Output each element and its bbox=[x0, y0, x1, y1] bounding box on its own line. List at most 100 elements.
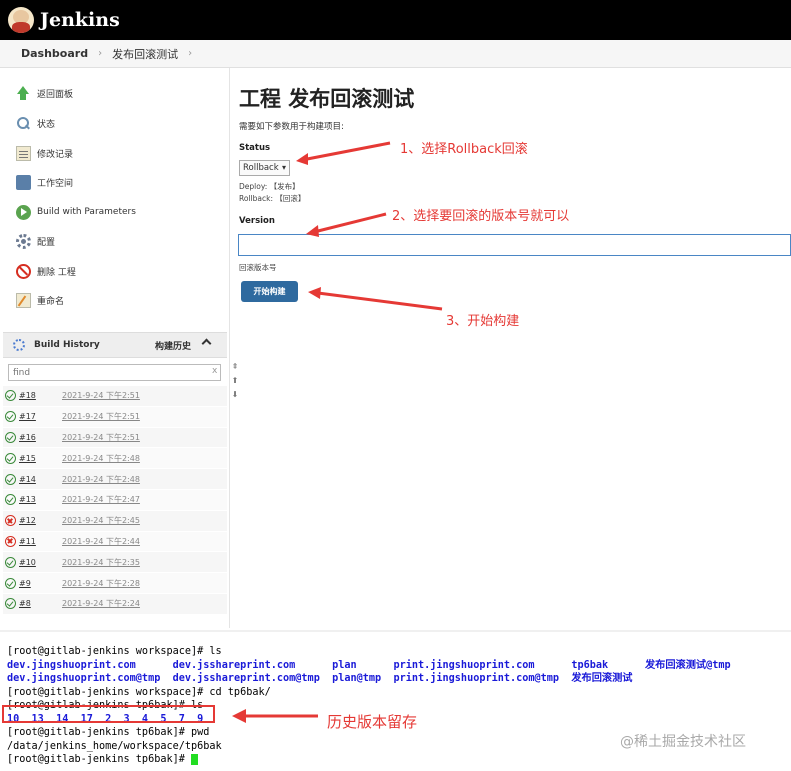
build-icon bbox=[16, 204, 31, 220]
success-icon bbox=[5, 556, 16, 568]
terminal-prompt[interactable]: [root@gitlab-jenkins tp6bak]# bbox=[7, 753, 791, 767]
dir-entry: dev.jsshareprint.com bbox=[172, 659, 296, 671]
build-number-link[interactable]: #17 bbox=[19, 412, 62, 421]
terminal-line: [root@gitlab-jenkins workspace]# cd tp6b… bbox=[7, 686, 271, 698]
sidebar-item-label: 删除 工程 bbox=[37, 267, 76, 278]
build-date-link[interactable]: 2021-9-24 下午2:24 bbox=[62, 598, 140, 609]
sidebar-item-label: 状态 bbox=[37, 119, 56, 130]
annotation-arrow-2 bbox=[306, 212, 387, 237]
build-date-link[interactable]: 2021-9-24 下午2:45 bbox=[62, 515, 140, 526]
no-entry-icon bbox=[16, 263, 31, 279]
status-select[interactable]: Rollback bbox=[239, 160, 290, 176]
sidebar-item-workspace[interactable]: 工作空间 bbox=[16, 173, 73, 191]
sidebar-divider bbox=[229, 68, 230, 628]
sidebar-item-delete-project[interactable]: 删除 工程 bbox=[16, 262, 76, 280]
dir-entry: print.jingshuoprint.com bbox=[393, 659, 535, 671]
rename-icon bbox=[16, 292, 31, 308]
start-build-button[interactable]: 开始构建 bbox=[241, 281, 298, 302]
folder-icon bbox=[16, 174, 31, 190]
sidebar-item-back-to-dashboard[interactable]: 返回面板 bbox=[16, 84, 73, 102]
build-row: #18 2021-9-24 下午2:51 bbox=[3, 386, 227, 407]
status-param-label: Status bbox=[239, 143, 271, 153]
status-hint-deploy: Deploy: 【发布】 bbox=[239, 182, 300, 191]
sidebar-item-configure[interactable]: 配置 bbox=[16, 232, 55, 250]
page-up-icon[interactable]: ⬆ bbox=[231, 374, 239, 388]
arrow-up-icon bbox=[16, 85, 31, 101]
build-number-link[interactable]: #9 bbox=[19, 579, 62, 588]
annotation-arrow-1 bbox=[296, 141, 391, 165]
build-date-link[interactable]: 2021-9-24 下午2:51 bbox=[62, 390, 140, 401]
build-history-icon bbox=[13, 339, 25, 351]
build-date-link[interactable]: 2021-9-24 下午2:44 bbox=[62, 536, 140, 547]
page-description: 需要如下参数用于构建项目: bbox=[239, 122, 344, 132]
jenkins-logo-icon[interactable] bbox=[8, 7, 34, 33]
dir-entry: dev.jingshuoprint.com@tmp bbox=[7, 673, 161, 684]
version-param-label: Version bbox=[239, 216, 275, 226]
dir-entry: plan@tmp bbox=[332, 673, 382, 684]
build-number-link[interactable]: #15 bbox=[19, 454, 62, 463]
build-date-link[interactable]: 2021-9-24 下午2:28 bbox=[62, 578, 140, 589]
success-icon bbox=[5, 473, 16, 485]
failure-icon bbox=[5, 515, 16, 527]
sidebar-item-label: 工作空间 bbox=[37, 178, 74, 189]
build-row: #16 2021-9-24 下午2:51 bbox=[3, 427, 227, 449]
chevron-right-icon[interactable]: › bbox=[188, 48, 192, 59]
page-first-icon[interactable]: ⇞ bbox=[231, 360, 239, 374]
breadcrumb: Dashboard › 发布回滚测试 › bbox=[0, 40, 791, 68]
build-number-link[interactable]: #8 bbox=[19, 599, 62, 608]
build-number-link[interactable]: #11 bbox=[19, 537, 62, 546]
annotation-arrow-history bbox=[232, 709, 318, 723]
build-number-link[interactable]: #14 bbox=[19, 475, 62, 484]
build-row: #13 2021-9-24 下午2:47 bbox=[3, 489, 227, 511]
notepad-icon bbox=[16, 145, 31, 161]
annotation-step-2: 2、选择要回滚的版本号就可以 bbox=[392, 209, 570, 224]
build-number-link[interactable]: #16 bbox=[19, 433, 62, 442]
page-title: 工程 发布回滚测试 bbox=[239, 87, 415, 111]
build-date-link[interactable]: 2021-9-24 下午2:51 bbox=[62, 411, 140, 422]
clear-filter-icon[interactable]: x bbox=[212, 366, 217, 376]
build-number-link[interactable]: #13 bbox=[19, 495, 62, 504]
build-date-link[interactable]: 2021-9-24 下午2:48 bbox=[62, 453, 140, 464]
chevron-right-icon[interactable]: › bbox=[98, 48, 102, 59]
gear-icon bbox=[16, 233, 31, 249]
breadcrumb-job[interactable]: 发布回滚测试 bbox=[112, 46, 178, 62]
build-row: #12 2021-9-24 下午2:45 bbox=[3, 510, 227, 532]
breadcrumb-dashboard[interactable]: Dashboard bbox=[21, 47, 88, 60]
dir-entry: dev.jingshuoprint.com bbox=[7, 659, 136, 671]
search-icon bbox=[16, 116, 31, 131]
build-number-link[interactable]: #10 bbox=[19, 558, 62, 567]
build-history-pager: ⇞ ⬆ ⬇ bbox=[231, 360, 239, 402]
sidebar-item-rename[interactable]: 重命名 bbox=[16, 291, 64, 309]
sidebar-item-status[interactable]: 状态 bbox=[16, 114, 55, 132]
build-history-list: #18 2021-9-24 下午2:51 #17 2021-9-24 下午2:5… bbox=[3, 386, 227, 615]
page-down-icon[interactable]: ⬇ bbox=[231, 388, 239, 402]
chevron-up-icon[interactable] bbox=[201, 338, 212, 349]
sidebar-item-changes[interactable]: 修改记录 bbox=[16, 144, 73, 162]
success-icon bbox=[5, 452, 16, 464]
status-hint-rollback: Rollback: 【回滚】 bbox=[239, 194, 306, 203]
build-history-header: Build History 构建历史 bbox=[3, 332, 227, 358]
build-history-find-input[interactable] bbox=[8, 364, 221, 381]
build-history-title[interactable]: Build History bbox=[34, 340, 100, 350]
build-date-link[interactable]: 2021-9-24 下午2:47 bbox=[62, 494, 140, 505]
build-date-link[interactable]: 2021-9-24 下午2:51 bbox=[62, 432, 140, 443]
build-number-link[interactable]: #18 bbox=[19, 391, 62, 400]
failure-icon bbox=[5, 535, 16, 547]
sidebar-item-build-with-parameters[interactable]: Build with Parameters bbox=[16, 203, 136, 221]
build-number-link[interactable]: #12 bbox=[19, 516, 62, 525]
build-row: #9 2021-9-24 下午2:28 bbox=[3, 573, 227, 594]
jenkins-page: Jenkins Dashboard › 发布回滚测试 › 返回面板 状态 修改记… bbox=[0, 0, 791, 771]
version-highlight-box bbox=[2, 705, 215, 723]
build-history-trend-link[interactable]: 构建历史 bbox=[155, 339, 191, 352]
annotation-arrow-3 bbox=[308, 287, 443, 311]
dir-entry: print.jingshuoprint.com@tmp bbox=[393, 673, 560, 684]
build-row: #10 2021-9-24 下午2:35 bbox=[3, 552, 227, 574]
brand-name[interactable]: Jenkins bbox=[40, 9, 120, 31]
build-row: #17 2021-9-24 下午2:51 bbox=[3, 406, 227, 428]
sidebar-item-label: 返回面板 bbox=[37, 89, 74, 100]
success-icon bbox=[5, 390, 16, 402]
success-icon bbox=[5, 494, 16, 506]
build-date-link[interactable]: 2021-9-24 下午2:35 bbox=[62, 557, 140, 568]
build-date-link[interactable]: 2021-9-24 下午2:48 bbox=[62, 474, 140, 485]
success-icon bbox=[5, 598, 16, 610]
